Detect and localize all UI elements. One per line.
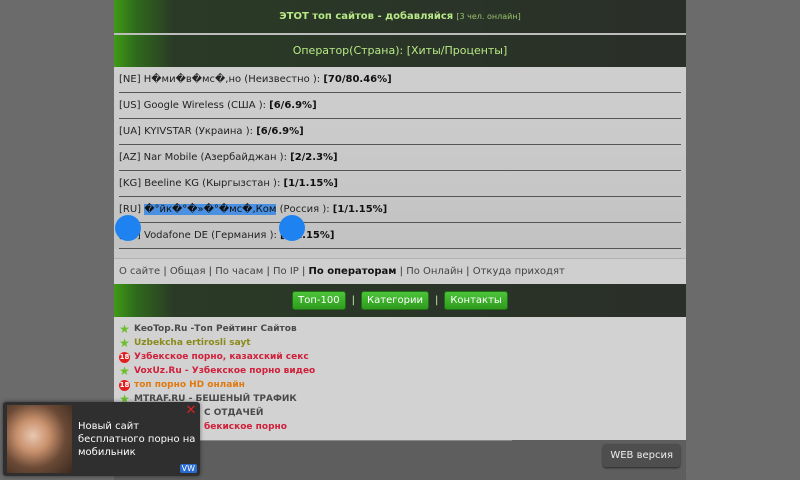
divider: | xyxy=(434,295,439,306)
table-row: [KG] Beeline KG (Кыргызстан ): [1/1.15%] xyxy=(119,171,681,197)
site-title[interactable]: ЭТОТ топ сайтов - добавляйся xyxy=(279,11,453,22)
row-value: [2/2.3%] xyxy=(290,152,338,163)
link-text[interactable]: бекиское порно xyxy=(204,420,287,434)
stats-nav: О сайте | Общая | По часам | По IP | По … xyxy=(114,258,686,284)
nav-referrers[interactable]: Откуда приходят xyxy=(473,266,565,277)
nav-about[interactable]: О сайте xyxy=(119,266,160,277)
link-text[interactable]: VoxUz.Ru - Узбекское порно видео xyxy=(134,364,315,378)
section-title: Оператор(Страна): [Хиты/Проценты] xyxy=(292,44,508,57)
row-label: [AZ] Nar Mobile (Азербайджан ): xyxy=(119,152,291,163)
web-version-button[interactable]: WEB версия xyxy=(603,444,680,467)
link-text[interactable]: Uzbekcha ertirosli sayt xyxy=(134,336,251,350)
link-text[interactable]: Узбекское порно, казахский секс xyxy=(134,350,309,364)
row-value: [6/6.9%] xyxy=(256,126,304,137)
nav-hours[interactable]: По часам xyxy=(215,266,263,277)
nav-general[interactable]: Общая xyxy=(170,266,206,277)
row-label: [DE] Vodafone DE (Германия ): xyxy=(119,230,281,241)
selection-handle-right[interactable] xyxy=(279,215,305,241)
top100-button[interactable]: Топ-100 xyxy=(292,291,346,310)
row-label: (Россия ): xyxy=(276,204,333,215)
star-icon: ★ xyxy=(119,322,130,336)
18-icon: 18 xyxy=(119,351,130,363)
row-label: [US] Google Wireless (США ): xyxy=(119,100,270,111)
selection-handle-left[interactable] xyxy=(115,215,141,241)
star-icon: ★ xyxy=(119,336,130,350)
selected-text[interactable]: �°йк�°�»�°�мс�,Ком xyxy=(144,204,277,215)
18-icon: 18 xyxy=(119,379,130,391)
row-value: [1/1.15%] xyxy=(283,178,338,189)
table-row: [NE] Н�ми�в�мс�,но (Неизвестно ): [70/80… xyxy=(119,67,681,93)
table-row: [US] Google Wireless (США ): [6/6.9%] xyxy=(119,93,681,119)
row-label: [RU] xyxy=(119,204,145,215)
top-header: ЭТОТ топ сайтов - добавляйся [3 чел. онл… xyxy=(114,0,686,33)
list-item[interactable]: ★ KeoTop.Ru -Топ Рейтинг Сайтов xyxy=(114,322,686,336)
list-item[interactable]: ★ Uzbekcha ertirosli sayt xyxy=(114,336,686,350)
ad-text[interactable]: Новый сайт бесплатного порно на мобильни… xyxy=(78,420,196,459)
star-icon: ★ xyxy=(119,364,130,378)
row-label: [UA] KYIVSTAR (Украина ): xyxy=(119,126,257,137)
list-item[interactable]: 18 топ порно HD онлайн xyxy=(114,378,686,392)
ad-thumbnail[interactable] xyxy=(7,405,72,473)
table-row: [AZ] Nar Mobile (Азербайджан ): [2/2.3%] xyxy=(119,145,681,171)
row-label: [NE] Н�ми�в�мс�,но (Неизвестно ): xyxy=(119,74,324,85)
link-text[interactable]: топ порно HD онлайн xyxy=(134,378,245,392)
link-text[interactable]: KeoTop.Ru -Топ Рейтинг Сайтов xyxy=(134,322,297,336)
row-value: [6/6.9%] xyxy=(269,100,317,111)
nav-online[interactable]: По Онлайн xyxy=(406,266,463,277)
nav-operators[interactable]: По операторам xyxy=(309,266,397,277)
section-header: Оператор(Страна): [Хиты/Проценты] xyxy=(114,35,686,67)
close-icon[interactable]: ✕ xyxy=(185,404,197,417)
list-item[interactable]: ★ VoxUz.Ru - Узбекское порно видео xyxy=(114,364,686,378)
table-row: [RU] �°йк�°�»�°�мс�,Ком (Россия ): [1/1.… xyxy=(119,197,681,223)
list-item[interactable]: 18 Узбекское порно, казахский секс xyxy=(114,350,686,364)
ad-badge: VW xyxy=(179,464,197,473)
divider: | xyxy=(351,295,356,306)
online-count: [3 чел. онлайн] xyxy=(456,12,521,21)
button-bar: Топ-100 | Категории | Контакты xyxy=(114,284,686,317)
nav-ip[interactable]: По IP xyxy=(273,266,299,277)
row-label: [KG] Beeline KG (Кыргызстан ): xyxy=(119,178,284,189)
table-row: [DE] Vodafone DE (Германия ): [1/1.15%] xyxy=(119,223,681,249)
row-value: [1/1.15%] xyxy=(332,204,388,215)
table-row: [UA] KYIVSTAR (Украина ): [6/6.9%] xyxy=(119,119,681,145)
link-text[interactable]: С ОТДАЧЕЙ xyxy=(204,406,263,420)
contacts-button[interactable]: Контакты xyxy=(444,291,508,310)
ad-popup[interactable]: Новый сайт бесплатного порно на мобильни… xyxy=(3,402,200,476)
row-value: [70/80.46%] xyxy=(323,74,392,85)
operators-list: [NE] Н�ми�в�мс�,но (Неизвестно ): [70/80… xyxy=(114,67,686,249)
categories-button[interactable]: Категории xyxy=(361,291,429,310)
